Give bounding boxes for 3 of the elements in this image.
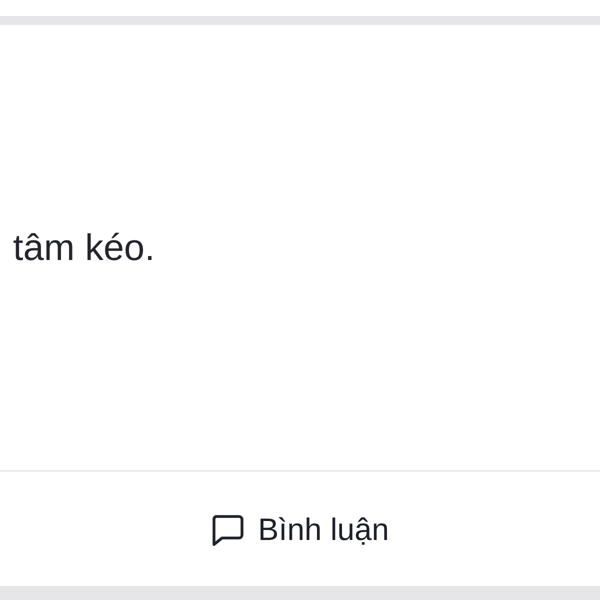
speech-bubble-icon — [211, 514, 244, 546]
comment-button[interactable]: Bình luận — [199, 504, 401, 556]
post-text: tâm kéo. — [13, 226, 155, 270]
